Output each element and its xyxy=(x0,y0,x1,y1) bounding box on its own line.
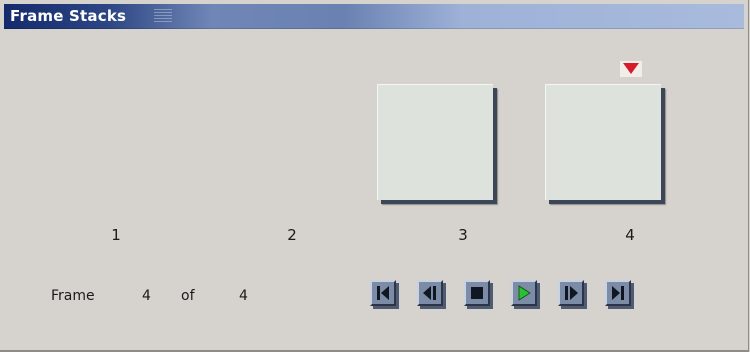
step-forward-icon xyxy=(565,286,578,300)
skip-to-first-button[interactable] xyxy=(370,280,396,306)
skip-to-first-icon xyxy=(377,286,389,300)
play-icon xyxy=(518,285,531,301)
current-frame-marker xyxy=(620,61,642,77)
current-frame-value: 4 xyxy=(142,288,151,304)
window-title: Frame Stacks xyxy=(10,7,127,25)
skip-to-last-button[interactable] xyxy=(605,280,631,306)
total-frames-value: 4 xyxy=(239,288,248,304)
frame-label-2: 2 xyxy=(287,226,297,244)
counter-prefix: Frame xyxy=(51,288,95,304)
step-back-icon xyxy=(423,286,436,300)
step-back-button[interactable] xyxy=(417,280,443,306)
play-button[interactable] xyxy=(511,280,537,306)
frame-stacks-window: Frame Stacks 1 2 3 4 Frame 4 of 4 xyxy=(0,0,749,352)
frame-thumbnail-3[interactable] xyxy=(377,84,493,200)
frame-label-3: 3 xyxy=(458,226,468,244)
stop-icon xyxy=(471,287,483,299)
frame-slot-2[interactable] xyxy=(235,84,350,199)
frame-label-4: 4 xyxy=(625,226,635,244)
stop-button[interactable] xyxy=(464,280,490,306)
frame-label-1: 1 xyxy=(111,226,121,244)
drag-grip-icon[interactable] xyxy=(154,9,172,23)
skip-to-last-icon xyxy=(612,286,624,300)
title-bar[interactable]: Frame Stacks xyxy=(4,4,744,29)
counter-separator: of xyxy=(181,288,195,304)
frame-slot-1[interactable] xyxy=(60,84,175,199)
frame-thumbnail-4[interactable] xyxy=(545,84,661,200)
step-forward-button[interactable] xyxy=(558,280,584,306)
triangle-down-icon xyxy=(623,63,639,74)
